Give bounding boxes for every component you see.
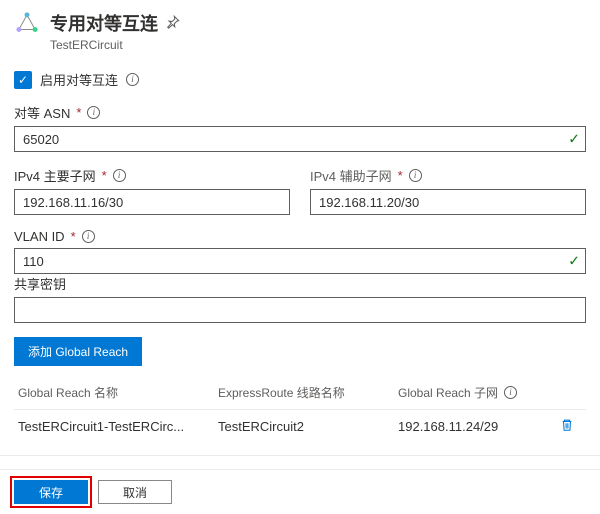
required-marker: *: [102, 168, 107, 183]
col-header-subnet-label: Global Reach 子网: [398, 384, 498, 401]
enable-peering-row: ✓ 启用对等互连 i: [14, 70, 586, 89]
info-icon[interactable]: i: [113, 169, 126, 182]
shared-key-label: 共享密钥: [14, 274, 66, 293]
ipv4-secondary-field: IPv4 辅助子网 * i: [310, 166, 586, 215]
footer: 保存 取消: [0, 469, 600, 514]
required-marker: *: [76, 105, 81, 120]
info-icon[interactable]: i: [82, 230, 95, 243]
vlan-id-input[interactable]: [14, 248, 586, 274]
vlan-id-label: VLAN ID: [14, 229, 65, 244]
check-icon: ✓: [568, 253, 580, 270]
check-icon: ✓: [568, 131, 580, 148]
col-header-subnet: Global Reach 子网 i: [398, 384, 552, 401]
enable-peering-checkbox[interactable]: ✓: [14, 71, 32, 89]
col-header-name: Global Reach 名称: [18, 384, 218, 401]
ipv4-secondary-input[interactable]: [310, 189, 586, 215]
ipv4-primary-label: IPv4 主要子网: [14, 166, 96, 185]
pin-icon[interactable]: [166, 15, 180, 32]
ipv4-primary-field: IPv4 主要子网 * i: [14, 166, 290, 215]
divider: [0, 455, 600, 456]
shared-key-input[interactable]: [14, 297, 586, 323]
shared-key-field: 共享密钥: [14, 274, 586, 323]
info-icon[interactable]: i: [87, 106, 100, 119]
add-global-reach-button[interactable]: 添加 Global Reach: [14, 337, 142, 366]
cell-subnet: 192.168.11.24/29: [398, 419, 552, 434]
info-icon[interactable]: i: [504, 386, 517, 399]
col-header-circuit: ExpressRoute 线路名称: [218, 384, 398, 401]
peer-asn-field: 对等 ASN * i ✓: [14, 103, 586, 152]
save-button[interactable]: 保存: [14, 480, 88, 504]
required-marker: *: [71, 229, 76, 244]
required-marker: *: [398, 168, 403, 183]
enable-peering-label: 启用对等互连: [40, 70, 118, 89]
info-icon[interactable]: i: [126, 73, 139, 86]
cell-circuit: TestERCircuit2: [218, 419, 398, 434]
subtitle: TestERCircuit: [50, 38, 180, 52]
ipv4-secondary-label: IPv4 辅助子网: [310, 166, 392, 185]
cancel-button[interactable]: 取消: [98, 480, 172, 504]
delete-icon[interactable]: [560, 418, 574, 435]
peer-asn-label: 对等 ASN: [14, 103, 70, 122]
info-icon[interactable]: i: [409, 169, 422, 182]
table-row: TestERCircuit1-TestERCirc... TestERCircu…: [14, 409, 586, 443]
table-header-row: Global Reach 名称 ExpressRoute 线路名称 Global…: [14, 376, 586, 409]
vlan-id-field: VLAN ID * i ✓: [14, 229, 586, 274]
global-reach-table: Global Reach 名称 ExpressRoute 线路名称 Global…: [14, 376, 586, 443]
peering-icon: [14, 10, 40, 39]
header: 专用对等互连 TestERCircuit: [0, 0, 600, 58]
peer-asn-input[interactable]: [14, 126, 586, 152]
cell-name: TestERCircuit1-TestERCirc...: [18, 419, 218, 434]
page-title: 专用对等互连: [50, 10, 158, 36]
ipv4-primary-input[interactable]: [14, 189, 290, 215]
